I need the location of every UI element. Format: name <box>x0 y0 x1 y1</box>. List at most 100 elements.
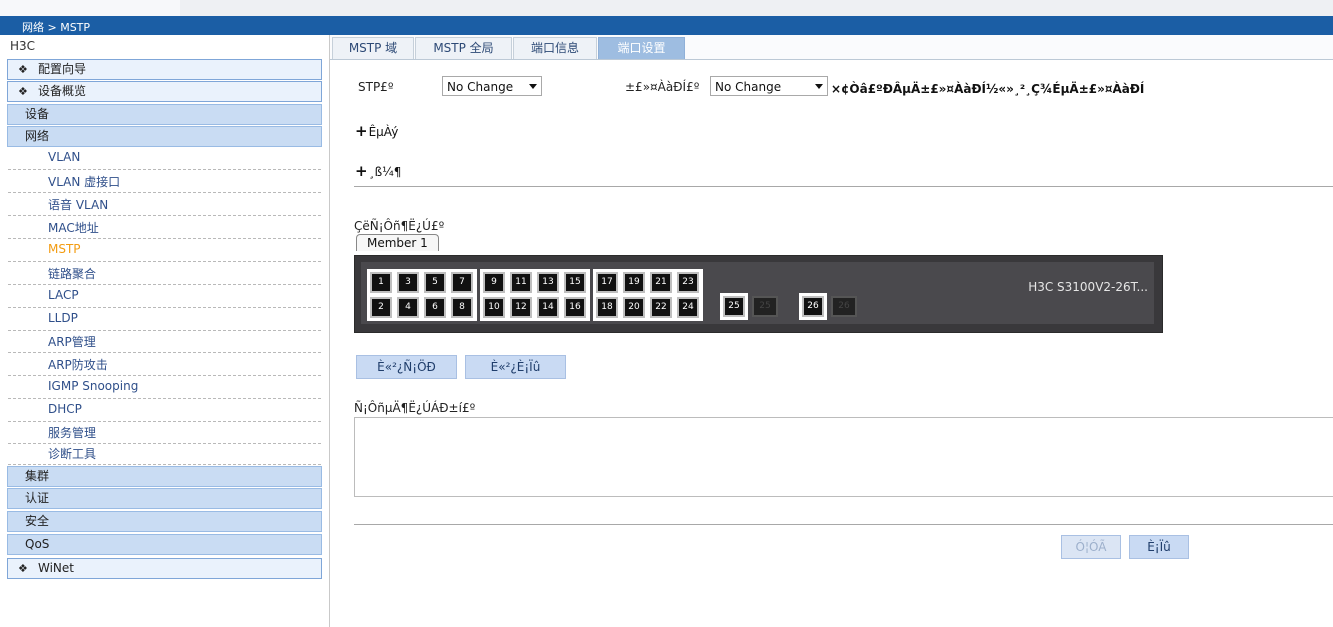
sidebar-subitem-label: 诊断工具 <box>48 447 97 461</box>
cancel-all-button[interactable]: È«²¿È¡Ïû <box>465 355 566 379</box>
sidebar: H3C ❖ 配置向导 ❖ 设备概览 设备 网络 VLAN VLAN 虚接口 语音… <box>0 35 330 627</box>
port-9[interactable]: 9 <box>483 272 505 293</box>
selected-ports-label: Ñ¡ÔñµÄ¶Ë¿ÚÁÐ±í£º <box>354 401 476 415</box>
select-all-button[interactable]: È«²¿Ñ¡ÖÐ <box>356 355 457 379</box>
tab-mstp-region[interactable]: MSTP 域 <box>332 37 414 59</box>
port-25[interactable]: 25 <box>723 296 745 317</box>
sidebar-subitem-label: ARP管理 <box>48 335 96 349</box>
port-16[interactable]: 16 <box>564 297 586 318</box>
sidebar-category-label: 安全 <box>25 514 50 528</box>
tab-bar: MSTP 域 MSTP 全局 端口信息 端口设置 <box>330 35 1333 60</box>
sidebar-subitem-lacp[interactable]: LACP <box>8 285 321 308</box>
port-3[interactable]: 3 <box>397 272 419 293</box>
diamond-icon: ❖ <box>18 562 28 575</box>
stp-label: STP£º <box>358 80 394 94</box>
select-port-label: ÇëÑ¡Ôñ¶Ë¿Ú£º <box>354 219 445 233</box>
sidebar-subitem-service-management[interactable]: 服务管理 <box>8 421 321 444</box>
sidebar-subitem-arp-protection[interactable]: ARP防攻击 <box>8 353 321 376</box>
chevron-down-icon <box>815 84 823 89</box>
cancel-button[interactable]: È¡Ïû <box>1129 535 1189 559</box>
sfp-port-25[interactable]: 25 <box>752 296 778 317</box>
sidebar-subitem-vlan[interactable]: VLAN <box>8 147 321 170</box>
port-11[interactable]: 11 <box>510 272 532 293</box>
tab-port-info[interactable]: 端口信息 <box>513 37 597 59</box>
sidebar-category-authentication[interactable]: 认证 <box>7 488 322 509</box>
port-23[interactable]: 23 <box>677 272 699 293</box>
sidebar-subitem-voice-vlan[interactable]: 语音 VLAN <box>8 193 321 216</box>
stp-select[interactable]: No Change <box>442 76 542 96</box>
sidebar-subitem-label: LACP <box>48 288 79 302</box>
port-1[interactable]: 1 <box>370 272 392 293</box>
sidebar-item-winet[interactable]: ❖ WiNet <box>7 558 322 579</box>
advanced-expander[interactable]: +¸ß¼¶ <box>355 162 401 180</box>
port-12[interactable]: 12 <box>510 297 532 318</box>
sidebar-subitem-arp-management[interactable]: ARP管理 <box>8 330 321 353</box>
port-20[interactable]: 20 <box>623 297 645 318</box>
sidebar-subitem-mac-address[interactable]: MAC地址 <box>8 216 321 239</box>
sidebar-subitem-igmp-snooping[interactable]: IGMP Snooping <box>8 376 321 399</box>
sfp-port-26[interactable]: 26 <box>831 296 857 317</box>
switch-panel: 1 3 5 7 2 4 6 8 9 11 13 15 10 12 14 16 1… <box>354 255 1163 333</box>
sidebar-subitem-lldp[interactable]: LLDP <box>8 308 321 331</box>
protect-type-label: ±£»¤ÀàÐÍ£º <box>625 80 700 94</box>
port-21[interactable]: 21 <box>650 272 672 293</box>
plus-icon: + <box>355 122 368 140</box>
port-14[interactable]: 14 <box>537 297 559 318</box>
sidebar-subitem-diagnostic-tools[interactable]: 诊断工具 <box>8 442 321 465</box>
top-strip <box>0 0 1333 16</box>
sidebar-category-security[interactable]: 安全 <box>7 511 322 532</box>
selected-ports-list[interactable] <box>354 417 1333 497</box>
sidebar-subitem-label: VLAN <box>48 150 81 164</box>
port-18[interactable]: 18 <box>596 297 618 318</box>
sidebar-subitem-label: 服务管理 <box>48 426 97 440</box>
port-17[interactable]: 17 <box>596 272 618 293</box>
sidebar-item-device-overview[interactable]: ❖ 设备概览 <box>7 81 322 102</box>
sidebar-subitem-link-aggregation[interactable]: 链路聚合 <box>8 262 321 285</box>
port-10[interactable]: 10 <box>483 297 505 318</box>
instance-expander-label: ÊµÀý <box>368 125 399 139</box>
port-7[interactable]: 7 <box>451 272 473 293</box>
sidebar-subitem-vlan-interface[interactable]: VLAN 虚接口 <box>8 170 321 193</box>
sidebar-subitem-dhcp[interactable]: DHCP <box>8 399 321 422</box>
port-13[interactable]: 13 <box>537 272 559 293</box>
sidebar-category-cluster[interactable]: 集群 <box>7 466 322 487</box>
protect-type-select[interactable]: No Change <box>710 76 828 96</box>
apply-button[interactable]: Ó¦ÓÃ <box>1061 535 1121 559</box>
port-group-1: 1 3 5 7 2 4 6 8 <box>367 269 477 321</box>
sidebar-category-network[interactable]: 网络 <box>7 126 322 147</box>
sidebar-category-qos[interactable]: QoS <box>7 534 322 555</box>
device-model: H3C S3100V2-26T... <box>1028 280 1148 294</box>
advanced-expander-label: ¸ß¼¶ <box>368 165 402 179</box>
sidebar-subitem-mstp[interactable]: MSTP <box>8 239 321 262</box>
member-tab[interactable]: Member 1 <box>356 234 439 251</box>
tab-mstp-global[interactable]: MSTP 全局 <box>415 37 512 59</box>
port-15[interactable]: 15 <box>564 272 586 293</box>
stp-select-value: No Change <box>447 80 514 94</box>
port-4[interactable]: 4 <box>397 297 419 318</box>
diamond-icon: ❖ <box>18 63 28 76</box>
instance-expander[interactable]: +ÊµÀý <box>355 122 398 140</box>
top-strip-sheen <box>0 0 180 16</box>
port-8[interactable]: 8 <box>451 297 473 318</box>
port-5[interactable]: 5 <box>424 272 446 293</box>
sidebar-category-device[interactable]: 设备 <box>7 104 322 125</box>
port-26[interactable]: 26 <box>802 296 824 317</box>
port-group-2: 9 11 13 15 10 12 14 16 <box>480 269 590 321</box>
sidebar-item-label: 配置向导 <box>38 62 87 76</box>
port-6[interactable]: 6 <box>424 297 446 318</box>
tab-port-settings[interactable]: 端口设置 <box>598 37 685 59</box>
port-2[interactable]: 2 <box>370 297 392 318</box>
sidebar-subitem-label: IGMP Snooping <box>48 379 139 393</box>
port-22[interactable]: 22 <box>650 297 672 318</box>
sidebar-category-label: 集群 <box>25 469 50 483</box>
uplink-26-group: 26 <box>799 293 827 320</box>
sidebar-item-config-wizard[interactable]: ❖ 配置向导 <box>7 59 322 80</box>
uplink-25-group: 25 <box>720 293 748 320</box>
protect-type-hint: ×¢Òâ£ºÐÂµÄ±£»¤ÀàÐÍ½«»¸²¸Ç¾ÉµÄ±£»¤ÀàÐÍ <box>831 82 1145 96</box>
port-19[interactable]: 19 <box>623 272 645 293</box>
diamond-icon: ❖ <box>18 85 28 98</box>
sidebar-item-label: WiNet <box>38 561 74 575</box>
sidebar-category-label: 认证 <box>25 491 50 505</box>
sidebar-subitem-label: DHCP <box>48 402 82 416</box>
port-24[interactable]: 24 <box>677 297 699 318</box>
